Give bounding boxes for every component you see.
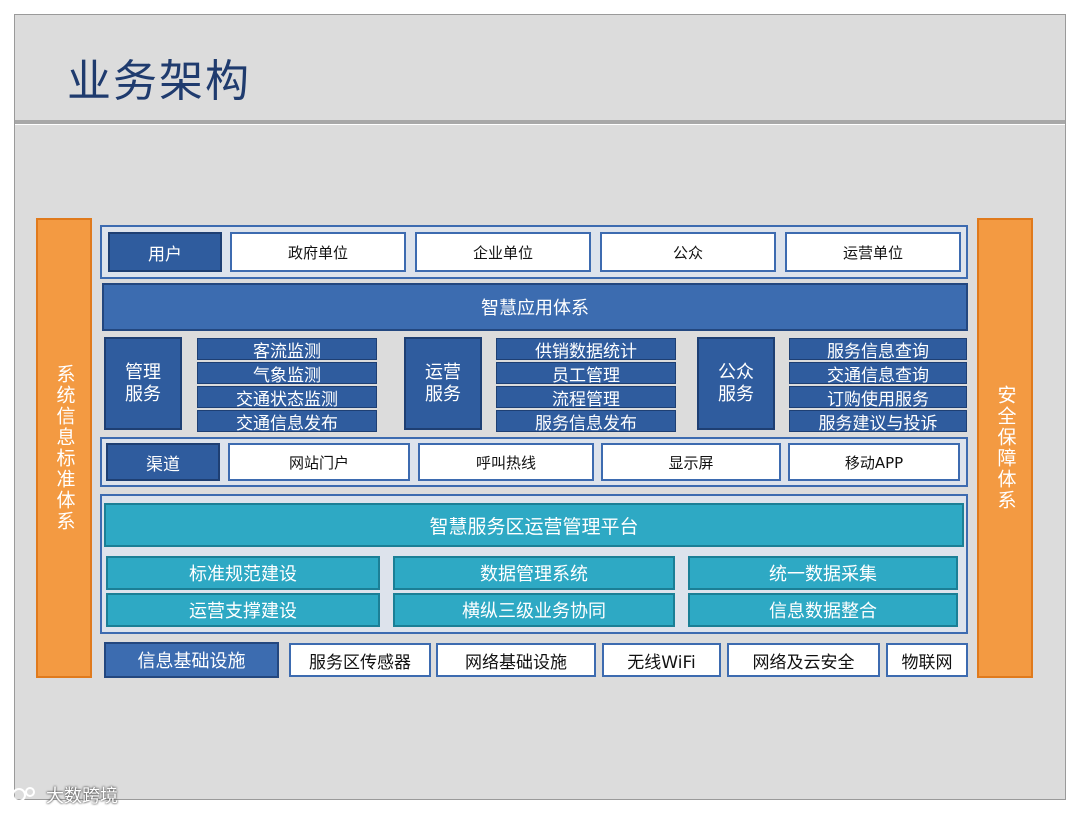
infrastructure-item: 网络及云安全 bbox=[727, 643, 880, 677]
user-item: 公众 bbox=[600, 232, 776, 272]
left-side-label: 系统信息标准体系 bbox=[53, 364, 76, 532]
title-divider bbox=[15, 120, 1065, 125]
watermark-text: 大数跨境 bbox=[46, 786, 118, 807]
infrastructure-label: 信息基础设施 bbox=[104, 642, 279, 678]
platform-item: 信息数据整合 bbox=[688, 593, 958, 627]
service-item: 客流监测 bbox=[197, 338, 377, 362]
service-group-label: 运营服务 bbox=[404, 337, 482, 430]
user-item: 企业单位 bbox=[415, 232, 591, 272]
platform-title: 智慧服务区运营管理平台 bbox=[104, 503, 964, 547]
service-item: 服务信息发布 bbox=[496, 410, 676, 434]
watermark: 大数跨境 bbox=[10, 782, 118, 808]
platform-item: 横纵三级业务协同 bbox=[393, 593, 675, 627]
service-item: 服务建议与投诉 bbox=[789, 410, 967, 434]
user-item: 运营单位 bbox=[785, 232, 961, 272]
app-system-bar: 智慧应用体系 bbox=[102, 283, 968, 331]
service-item: 流程管理 bbox=[496, 386, 676, 410]
infrastructure-item: 无线WiFi bbox=[602, 643, 721, 677]
service-group-label: 公众服务 bbox=[697, 337, 775, 430]
service-group-label: 管理服务 bbox=[104, 337, 182, 430]
users-label: 用户 bbox=[108, 232, 222, 272]
service-item: 员工管理 bbox=[496, 362, 676, 386]
platform-item: 标准规范建设 bbox=[106, 556, 380, 590]
right-side-label: 安全保障体系 bbox=[994, 385, 1017, 511]
channel-item: 呼叫热线 bbox=[418, 443, 594, 481]
platform-item: 运营支撑建设 bbox=[106, 593, 380, 627]
channel-item: 网站门户 bbox=[228, 443, 410, 481]
service-group-title: 运营服务 bbox=[425, 361, 461, 405]
left-side-bar: 系统信息标准体系 bbox=[36, 218, 92, 678]
infrastructure-item: 物联网 bbox=[886, 643, 968, 677]
infrastructure-item: 网络基础设施 bbox=[436, 643, 596, 677]
service-group-title: 管理服务 bbox=[125, 361, 161, 405]
watermark-logo-icon bbox=[12, 787, 35, 802]
infrastructure-item: 服务区传感器 bbox=[289, 643, 431, 677]
right-side-bar: 安全保障体系 bbox=[977, 218, 1033, 678]
channel-item: 移动APP bbox=[788, 443, 960, 481]
service-item: 交通信息发布 bbox=[197, 410, 377, 434]
platform-item: 统一数据采集 bbox=[688, 556, 958, 590]
channel-item: 显示屏 bbox=[601, 443, 781, 481]
service-item: 气象监测 bbox=[197, 362, 377, 386]
service-item: 交通信息查询 bbox=[789, 362, 967, 386]
service-item: 订购使用服务 bbox=[789, 386, 967, 410]
platform-item: 数据管理系统 bbox=[393, 556, 675, 590]
service-item: 服务信息查询 bbox=[789, 338, 967, 362]
service-group-title: 公众服务 bbox=[718, 361, 754, 405]
user-item: 政府单位 bbox=[230, 232, 406, 272]
page-title: 业务架构 bbox=[67, 56, 251, 107]
channels-label: 渠道 bbox=[106, 443, 220, 481]
service-item: 供销数据统计 bbox=[496, 338, 676, 362]
service-item: 交通状态监测 bbox=[197, 386, 377, 410]
